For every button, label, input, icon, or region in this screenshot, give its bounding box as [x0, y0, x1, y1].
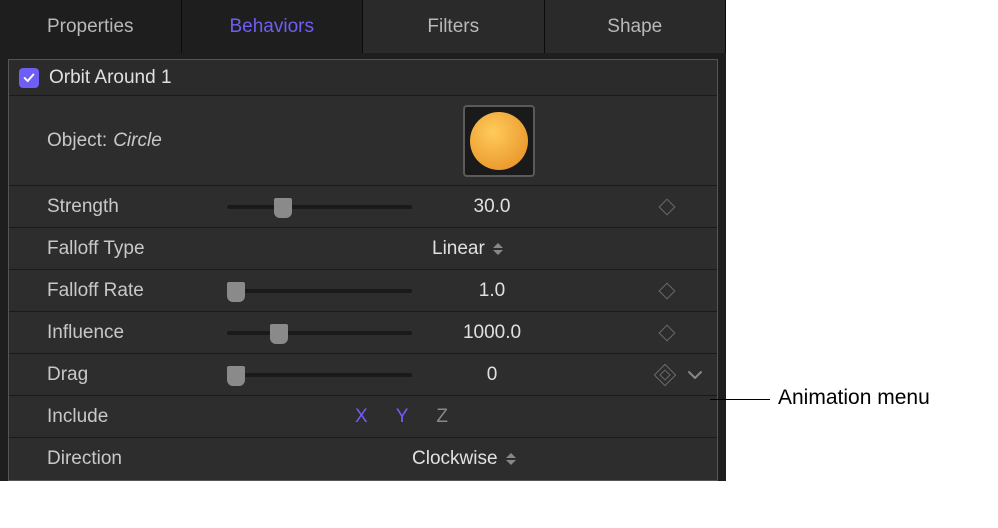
object-row: Object: Circle: [9, 96, 717, 186]
strength-row: Strength 30.0: [9, 186, 717, 228]
drag-keyframe[interactable]: [657, 367, 673, 383]
strength-slider[interactable]: [227, 205, 412, 209]
falloff-rate-value[interactable]: 1.0: [432, 280, 552, 302]
include-label: Include: [47, 406, 227, 428]
behavior-enable-checkbox[interactable]: [19, 68, 39, 88]
falloff-rate-label: Falloff Rate: [47, 280, 227, 302]
strength-value[interactable]: 30.0: [432, 196, 552, 218]
influence-row: Influence 1000.0: [9, 312, 717, 354]
falloff-rate-row: Falloff Rate 1.0: [9, 270, 717, 312]
checkmark-icon: [22, 71, 36, 85]
inspector-body: Orbit Around 1 Object: Circle Strength 3…: [8, 59, 718, 481]
dropdown-arrows-icon: [493, 243, 503, 255]
influence-slider[interactable]: [227, 331, 412, 335]
falloff-rate-slider[interactable]: [227, 289, 412, 293]
strength-label: Strength: [47, 196, 227, 218]
tab-properties[interactable]: Properties: [0, 0, 182, 53]
tab-bar: Properties Behaviors Filters Shape: [0, 0, 726, 53]
include-axes: X Y Z: [355, 406, 448, 428]
include-x-toggle[interactable]: X: [355, 406, 368, 428]
keyframe-diamond-icon: [659, 282, 676, 299]
direction-row: Direction Clockwise: [9, 438, 717, 480]
influence-label: Influence: [47, 322, 227, 344]
drag-slider[interactable]: [227, 373, 412, 377]
keyframe-target-icon: [654, 363, 677, 386]
keyframe-diamond-icon: [659, 198, 676, 215]
direction-label: Direction: [47, 448, 227, 470]
drag-animation-menu[interactable]: [687, 369, 703, 381]
object-value: Circle: [113, 130, 162, 152]
influence-value[interactable]: 1000.0: [432, 322, 552, 344]
behavior-header: Orbit Around 1: [9, 60, 717, 96]
falloff-type-label: Falloff Type: [47, 238, 227, 260]
object-label: Object:: [47, 130, 107, 152]
inspector-panel: Properties Behaviors Filters Shape Orbit…: [0, 0, 726, 481]
include-z-toggle[interactable]: Z: [436, 406, 448, 428]
drag-value[interactable]: 0: [432, 364, 552, 386]
tab-filters[interactable]: Filters: [363, 0, 545, 53]
falloff-rate-slider-thumb[interactable]: [227, 282, 245, 302]
direction-value: Clockwise: [412, 448, 498, 470]
tab-shape[interactable]: Shape: [545, 0, 727, 53]
falloff-type-dropdown[interactable]: Linear: [432, 238, 503, 260]
callout-line: [710, 399, 770, 400]
strength-slider-thumb[interactable]: [274, 198, 292, 218]
influence-slider-thumb[interactable]: [270, 324, 288, 344]
tab-behaviors[interactable]: Behaviors: [182, 0, 364, 53]
strength-keyframe[interactable]: [661, 201, 673, 213]
direction-dropdown[interactable]: Clockwise: [412, 448, 516, 470]
circle-swatch-icon: [470, 112, 528, 170]
include-y-toggle[interactable]: Y: [396, 406, 409, 428]
keyframe-diamond-icon: [659, 324, 676, 341]
chevron-down-icon: [687, 369, 703, 381]
dropdown-arrows-icon: [506, 453, 516, 465]
drag-slider-thumb[interactable]: [227, 366, 245, 386]
callout-label: Animation menu: [778, 386, 930, 410]
object-swatch-well[interactable]: [463, 105, 535, 177]
falloff-type-value: Linear: [432, 238, 485, 260]
behavior-name: Orbit Around 1: [49, 67, 172, 89]
influence-keyframe[interactable]: [661, 327, 673, 339]
drag-row: Drag 0: [9, 354, 717, 396]
drag-label: Drag: [47, 364, 227, 386]
falloff-type-row: Falloff Type Linear: [9, 228, 717, 270]
include-row: Include X Y Z: [9, 396, 717, 438]
falloff-rate-keyframe[interactable]: [661, 285, 673, 297]
